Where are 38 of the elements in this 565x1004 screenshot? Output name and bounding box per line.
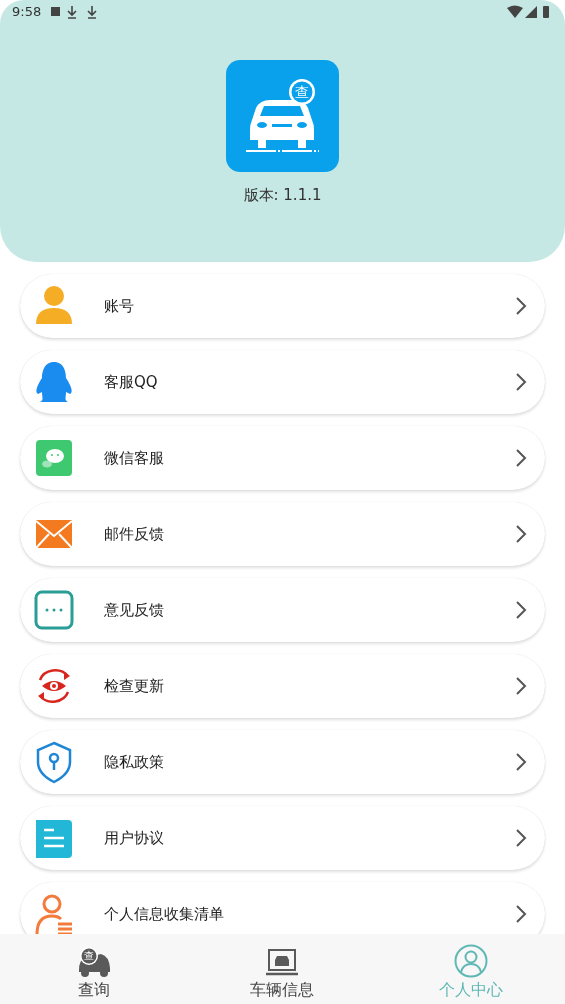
menu-item[interactable]: 意见反馈 <box>20 578 545 642</box>
chevron-right-icon <box>515 448 527 468</box>
chevron-right-icon <box>515 752 527 772</box>
menu-item[interactable]: 用户协议 <box>20 806 545 870</box>
menu-label: 意见反馈 <box>104 599 165 621</box>
status-time: 9:58 <box>12 3 42 22</box>
menu-label: 隐私政策 <box>104 751 165 773</box>
menu-label: 用户协议 <box>104 827 165 849</box>
chevron-right-icon <box>515 600 527 620</box>
app-logo: 查 <box>226 60 339 172</box>
menu-item[interactable]: 微信客服 <box>20 426 545 490</box>
menu-label: 个人信息收集清单 <box>104 903 225 925</box>
menu-label: 微信客服 <box>104 447 165 469</box>
chevron-right-icon <box>515 524 527 544</box>
chevron-right-icon <box>515 676 527 696</box>
chevron-right-icon <box>515 828 527 848</box>
nav-tab[interactable]: 车辆信息 <box>188 934 377 1004</box>
message-dots-icon <box>34 588 74 632</box>
penguin-icon <box>34 360 74 404</box>
shield-icon <box>34 740 74 784</box>
menu-label: 邮件反馈 <box>104 523 165 545</box>
laptop-car-icon <box>265 948 300 978</box>
user-circle-icon <box>453 944 488 978</box>
menu-item[interactable]: 隐私政策 <box>20 730 545 794</box>
menu-item[interactable]: 账号 <box>20 274 545 338</box>
menu-label: 客服QQ <box>104 371 159 393</box>
chevron-right-icon <box>515 296 527 316</box>
chevron-right-icon <box>515 372 527 392</box>
nav-tab[interactable]: 查 查询 <box>0 934 189 1004</box>
person-list-icon <box>34 892 74 934</box>
menu-item[interactable]: 个人信息收集清单 <box>20 882 545 934</box>
menu-item[interactable]: 检查更新 <box>20 654 545 718</box>
menu-item[interactable]: 邮件反馈 <box>20 502 545 566</box>
menu-label: 账号 <box>104 295 135 317</box>
menu-label: 检查更新 <box>104 675 165 697</box>
menu-item[interactable]: 客服QQ <box>20 350 545 414</box>
chevron-right-icon <box>515 904 527 924</box>
version-text: 版本: 1.1.1 <box>243 185 322 206</box>
